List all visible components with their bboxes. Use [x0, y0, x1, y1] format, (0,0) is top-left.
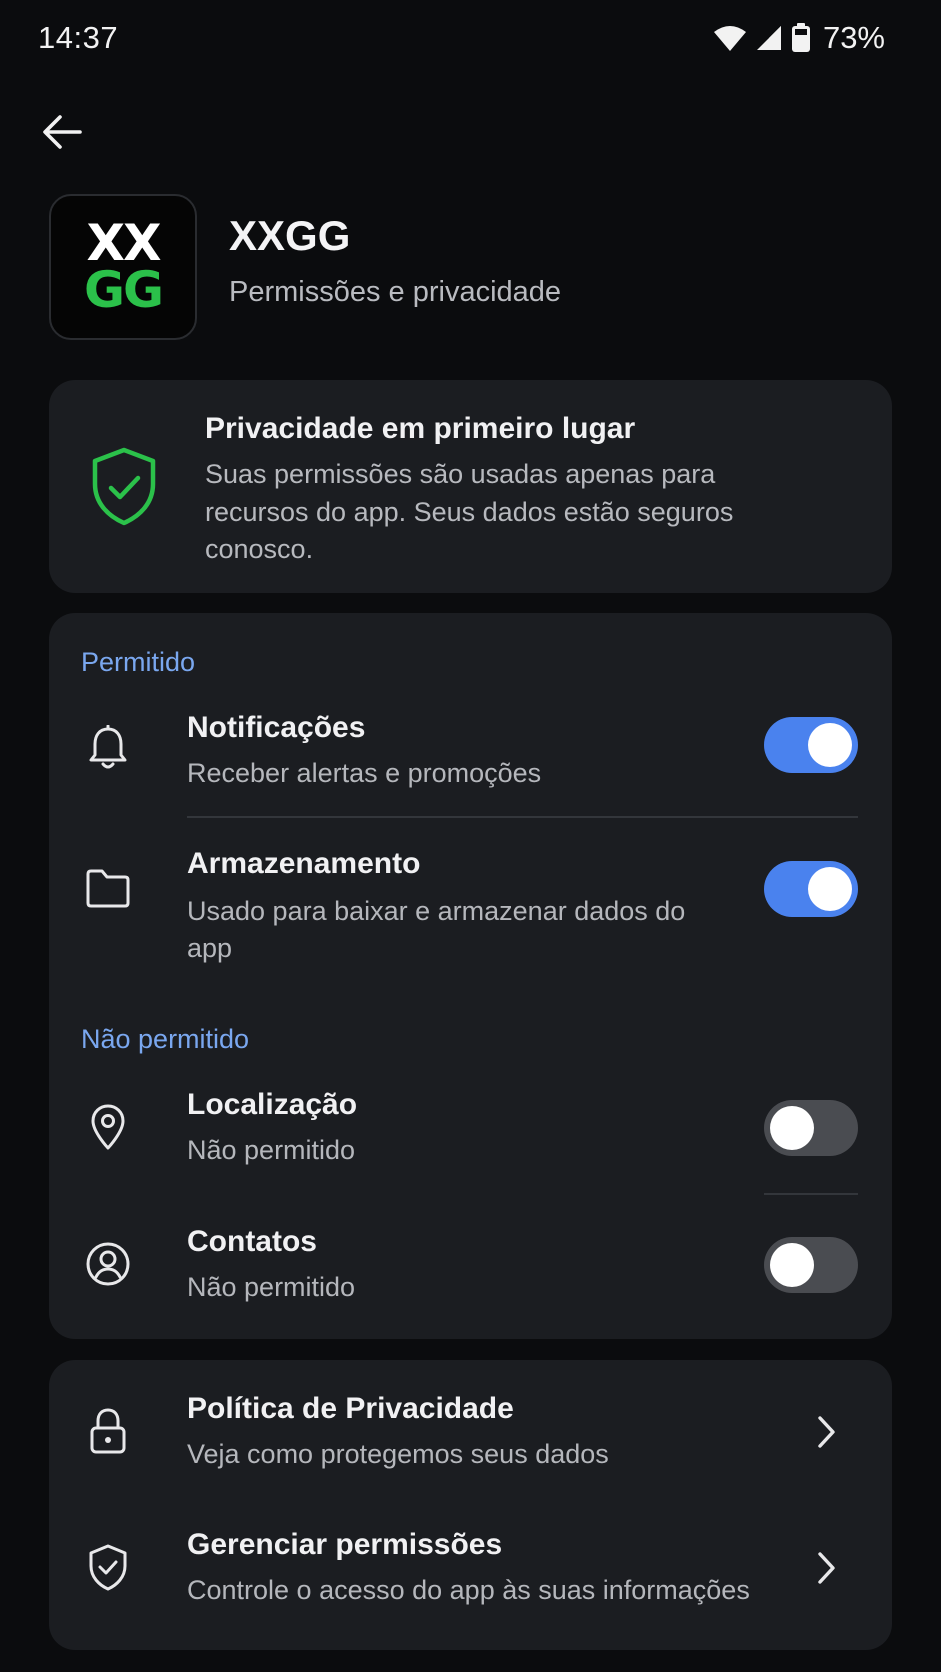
- manage-permissions-link[interactable]: Gerenciar permissões Controle o acesso d…: [49, 1518, 892, 1648]
- folder-icon: [83, 863, 133, 913]
- permissions-card: Permitido Notificações Receber alertas e…: [49, 613, 892, 1339]
- link-title: Política de Privacidade: [187, 1392, 514, 1425]
- battery-percent: 73%: [822, 20, 885, 55]
- permission-title: Localização: [187, 1088, 358, 1121]
- privacy-card: Privacidade em primeiro lugar Suas permi…: [49, 380, 892, 593]
- permission-title: Armazenamento: [187, 847, 421, 880]
- link-subtitle: Veja como protegemos seus dados: [187, 1439, 609, 1469]
- divider: [764, 1193, 858, 1195]
- wifi-icon: [713, 24, 747, 52]
- back-button[interactable]: [38, 108, 86, 156]
- permission-row-storage[interactable]: Armazenamento Usado para baixar e armaze…: [49, 847, 892, 987]
- permission-title: Contatos: [187, 1225, 317, 1258]
- page-subtitle: Permissões e privacidade: [229, 276, 562, 308]
- chevron-right-icon: [818, 1552, 835, 1584]
- permission-title: Notificações: [187, 711, 366, 744]
- status-time: 14:37: [38, 20, 119, 55]
- link-subtitle: Controle o acesso do app às suas informa…: [187, 1575, 750, 1605]
- privacy-title: Privacidade em primeiro lugar: [205, 412, 636, 445]
- signal-icon: [755, 24, 783, 52]
- status-icons: 73%: [713, 20, 885, 56]
- storage-toggle[interactable]: [764, 861, 858, 917]
- permission-subtitle: Receber alertas e promoções: [187, 758, 542, 788]
- notifications-toggle[interactable]: [764, 717, 858, 773]
- privacy-body: Suas permissões são usadas apenas para r…: [205, 459, 734, 564]
- permission-subtitle: Não permitido: [187, 1135, 356, 1165]
- shield-check-icon: [89, 446, 159, 531]
- app-name: XXGG: [229, 212, 351, 259]
- shield-check-icon: [83, 1542, 133, 1592]
- contact-icon: [83, 1239, 133, 1289]
- permission-subtitle: Usado para baixar e armazenar dados do a…: [187, 896, 686, 963]
- location-pin-icon: [83, 1102, 133, 1152]
- privacy-policy-link[interactable]: Política de Privacidade Veja como proteg…: [49, 1382, 892, 1512]
- link-title: Gerenciar permissões: [187, 1528, 503, 1561]
- lock-icon: [83, 1406, 133, 1456]
- toggle-knob: [808, 867, 852, 911]
- app-icon-line1: XX: [86, 213, 161, 272]
- bell-icon: [83, 723, 133, 773]
- screen: 14:37 73% XX GG XXGG Permissões e privac…: [0, 0, 941, 1672]
- contacts-toggle[interactable]: [764, 1237, 858, 1293]
- links-card: Política de Privacidade Veja como proteg…: [49, 1360, 892, 1650]
- app-icon-line2: GG: [83, 261, 164, 319]
- permission-row-notifications[interactable]: Notificações Receber alertas e promoções: [49, 711, 892, 831]
- toggle-knob: [808, 723, 852, 767]
- chevron-right-icon: [818, 1416, 835, 1448]
- section-allowed-label: Permitido: [81, 647, 196, 677]
- arrow-left-icon: [43, 115, 82, 149]
- location-toggle[interactable]: [764, 1100, 858, 1156]
- permission-row-contacts[interactable]: Contatos Não permitido: [49, 1225, 892, 1335]
- permission-row-location[interactable]: Localização Não permitido: [49, 1088, 892, 1198]
- divider: [187, 816, 858, 818]
- battery-icon: [791, 23, 811, 53]
- status-bar: 14:37 73%: [0, 0, 941, 80]
- toggle-knob: [770, 1243, 814, 1287]
- toggle-knob: [770, 1106, 814, 1150]
- permission-subtitle: Não permitido: [187, 1272, 356, 1302]
- app-icon: XX GG: [49, 194, 197, 340]
- section-denied-label: Não permitido: [81, 1024, 250, 1054]
